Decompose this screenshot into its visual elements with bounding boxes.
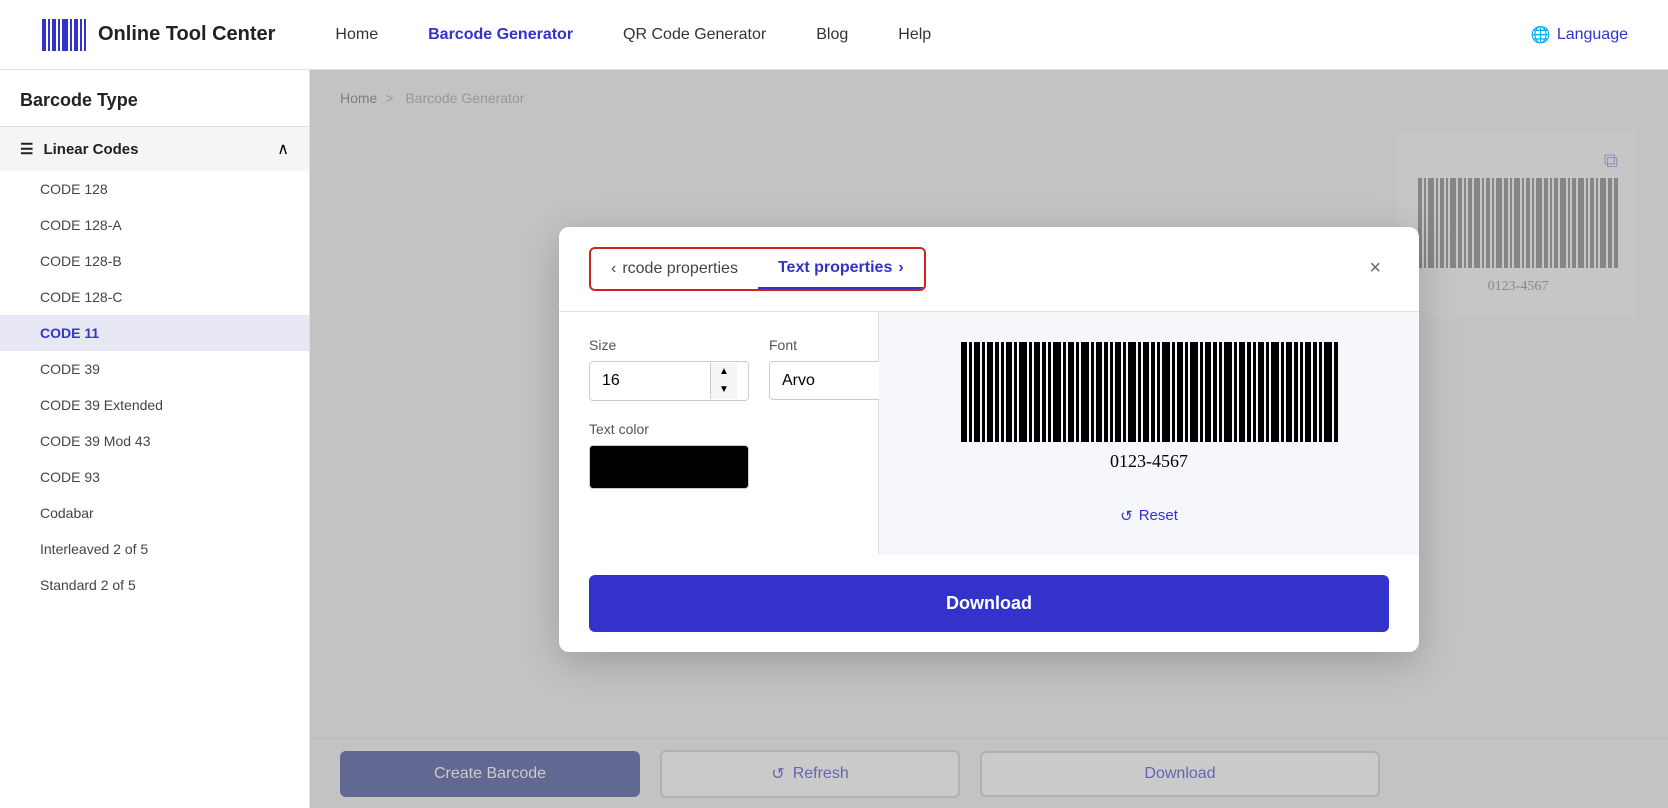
reset-label: Reset <box>1139 507 1178 524</box>
size-spinners: ▲ ▼ <box>710 363 737 399</box>
modal-tabs: ‹ rcode properties Text properties › <box>589 247 926 291</box>
logo-text: Online Tool Center <box>98 23 275 46</box>
sidebar-item-code93[interactable]: CODE 93 <box>0 459 309 495</box>
sidebar-item-code11[interactable]: CODE 11 <box>0 315 309 351</box>
color-swatch[interactable] <box>589 445 749 489</box>
nav-barcode-generator[interactable]: Barcode Generator <box>428 26 573 44</box>
tab-barcode-properties[interactable]: ‹ rcode properties <box>591 250 758 288</box>
modal: ‹ rcode properties Text properties › × <box>559 227 1419 652</box>
main-layout: Barcode Type ☰ Linear Codes ∧ CODE 128 C… <box>0 70 1668 808</box>
sidebar-item-code128a[interactable]: CODE 128-A <box>0 207 309 243</box>
tab-text-properties[interactable]: Text properties › <box>758 249 924 289</box>
modal-body: Size ▲ ▼ Font <box>559 312 1419 555</box>
sidebar-item-codabar[interactable]: Codabar <box>0 495 309 531</box>
text-color-group: Text color <box>589 421 848 489</box>
sidebar-section-label: Linear Codes <box>43 141 138 158</box>
size-input[interactable] <box>590 362 710 400</box>
size-group: Size ▲ ▼ <box>589 337 749 401</box>
main-nav: Home Barcode Generator QR Code Generator… <box>335 26 1530 44</box>
modal-footer: Download <box>559 555 1419 652</box>
language-label: Language <box>1557 26 1628 44</box>
nav-home[interactable]: Home <box>335 26 378 44</box>
sidebar-item-code39mod43[interactable]: CODE 39 Mod 43 <box>0 423 309 459</box>
sidebar: Barcode Type ☰ Linear Codes ∧ CODE 128 C… <box>0 70 310 808</box>
download-modal-button[interactable]: Download <box>589 575 1389 632</box>
tab-barcode-label: rcode properties <box>622 260 738 278</box>
sidebar-section-linear: ☰ Linear Codes ∧ CODE 128 CODE 128-A COD… <box>0 126 309 603</box>
modal-close-button[interactable]: × <box>1361 253 1389 284</box>
nav-qr-code-generator[interactable]: QR Code Generator <box>623 26 766 44</box>
modal-header: ‹ rcode properties Text properties › × <box>559 227 1419 312</box>
text-color-label: Text color <box>589 421 848 437</box>
nav-help[interactable]: Help <box>898 26 931 44</box>
tab-text-label: Text properties <box>778 259 892 277</box>
sidebar-item-interleaved25[interactable]: Interleaved 2 of 5 <box>0 531 309 567</box>
globe-icon: 🌐 <box>1531 25 1551 45</box>
barcode-display: 0123-4567 ↺ Reset <box>959 342 1339 525</box>
chevron-up-icon: ∧ <box>277 139 289 159</box>
chevron-left-icon: ‹ <box>611 260 616 278</box>
svg-text:0123-4567: 0123-4567 <box>1110 451 1188 471</box>
header: Online Tool Center Home Barcode Generato… <box>0 0 1668 70</box>
sidebar-section-header-left: ☰ Linear Codes <box>20 140 138 158</box>
sidebar-item-code128[interactable]: CODE 128 <box>0 171 309 207</box>
size-decrement-button[interactable]: ▼ <box>711 381 737 399</box>
size-label: Size <box>589 337 749 353</box>
modal-overlay: ‹ rcode properties Text properties › × <box>310 70 1668 808</box>
logo-area: Online Tool Center <box>40 11 275 59</box>
sidebar-section-header[interactable]: ☰ Linear Codes ∧ <box>0 127 309 171</box>
modal-form-panel: Size ▲ ▼ Font <box>559 312 879 555</box>
sidebar-item-code39[interactable]: CODE 39 <box>0 351 309 387</box>
barcode-preview-svg: 0123-4567 <box>959 342 1339 472</box>
sidebar-item-standard25[interactable]: Standard 2 of 5 <box>0 567 309 603</box>
sidebar-item-code128c[interactable]: CODE 128-C <box>0 279 309 315</box>
barcode-section-icon: ☰ <box>20 140 33 158</box>
reset-icon: ↺ <box>1120 507 1133 525</box>
content-area: Home > Barcode Generator ⧉ <box>310 70 1668 808</box>
language-button[interactable]: 🌐 Language <box>1531 25 1628 45</box>
sidebar-title: Barcode Type <box>0 90 309 126</box>
size-input-wrapper: ▲ ▼ <box>589 361 749 401</box>
modal-preview-panel: 0123-4567 ↺ Reset <box>879 312 1419 555</box>
size-font-row: Size ▲ ▼ Font <box>589 337 848 421</box>
nav-blog[interactable]: Blog <box>816 26 848 44</box>
size-increment-button[interactable]: ▲ <box>711 363 737 381</box>
sidebar-item-code128b[interactable]: CODE 128-B <box>0 243 309 279</box>
sidebar-item-code39ext[interactable]: CODE 39 Extended <box>0 387 309 423</box>
chevron-right-icon: › <box>898 259 903 277</box>
barcode-svg-container: 0123-4567 <box>959 342 1339 477</box>
logo-icon <box>40 11 88 59</box>
reset-button[interactable]: ↺ Reset <box>1120 507 1178 525</box>
